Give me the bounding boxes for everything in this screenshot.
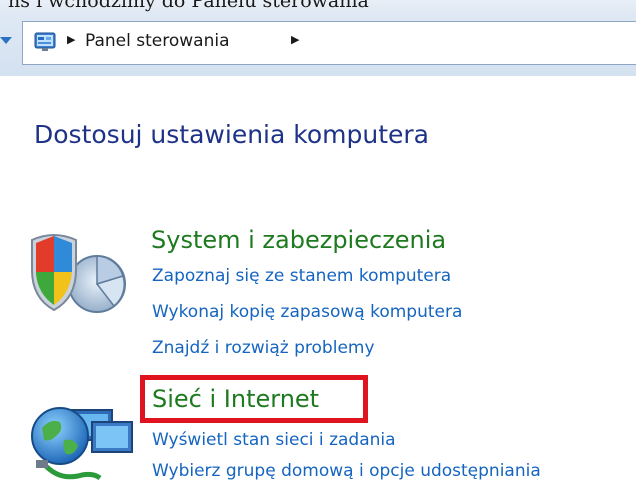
breadcrumb-control-panel[interactable]: Panel sterowania [85,31,230,51]
breadcrumb-arrow-icon[interactable]: ▶ [67,33,75,46]
cropped-caption-text: ns i wchodzimy do Panelu sterowania [8,0,369,12]
link-network-status-tasks[interactable]: Wyświetl stan sieci i zadania [152,430,396,450]
page-title: Dostosuj ustawienia komputera [34,120,429,149]
address-bar[interactable]: ▶ Panel sterowania ▶ [22,21,636,65]
address-bar-area: ▶ Panel sterowania ▶ [0,14,636,76]
shield-security-icon[interactable] [22,226,132,326]
link-check-computer-status[interactable]: Zapoznaj się ze stanem komputera [152,266,451,286]
cropped-caption-strip: ns i wchodzimy do Panelu sterowania [0,0,636,14]
breadcrumb-arrow-icon[interactable]: ▶ [291,33,299,46]
link-backup-computer[interactable]: Wykonaj kopię zapasową komputera [152,302,462,322]
network-globe-icon[interactable] [28,392,136,486]
category-title-system-security[interactable]: System i zabezpieczenia [151,226,446,254]
control-panel-window: ns i wchodzimy do Panelu sterowania ▶ Pa… [0,0,636,488]
recent-pages-dropdown-icon[interactable] [0,37,12,44]
link-homegroup-sharing[interactable]: Wybierz grupę domową i opcje udostępnian… [152,461,541,481]
link-troubleshoot-problems[interactable]: Znajdź i rozwiąż problemy [152,338,375,358]
highlight-annotation-box [140,375,368,423]
control-panel-icon [34,32,56,51]
